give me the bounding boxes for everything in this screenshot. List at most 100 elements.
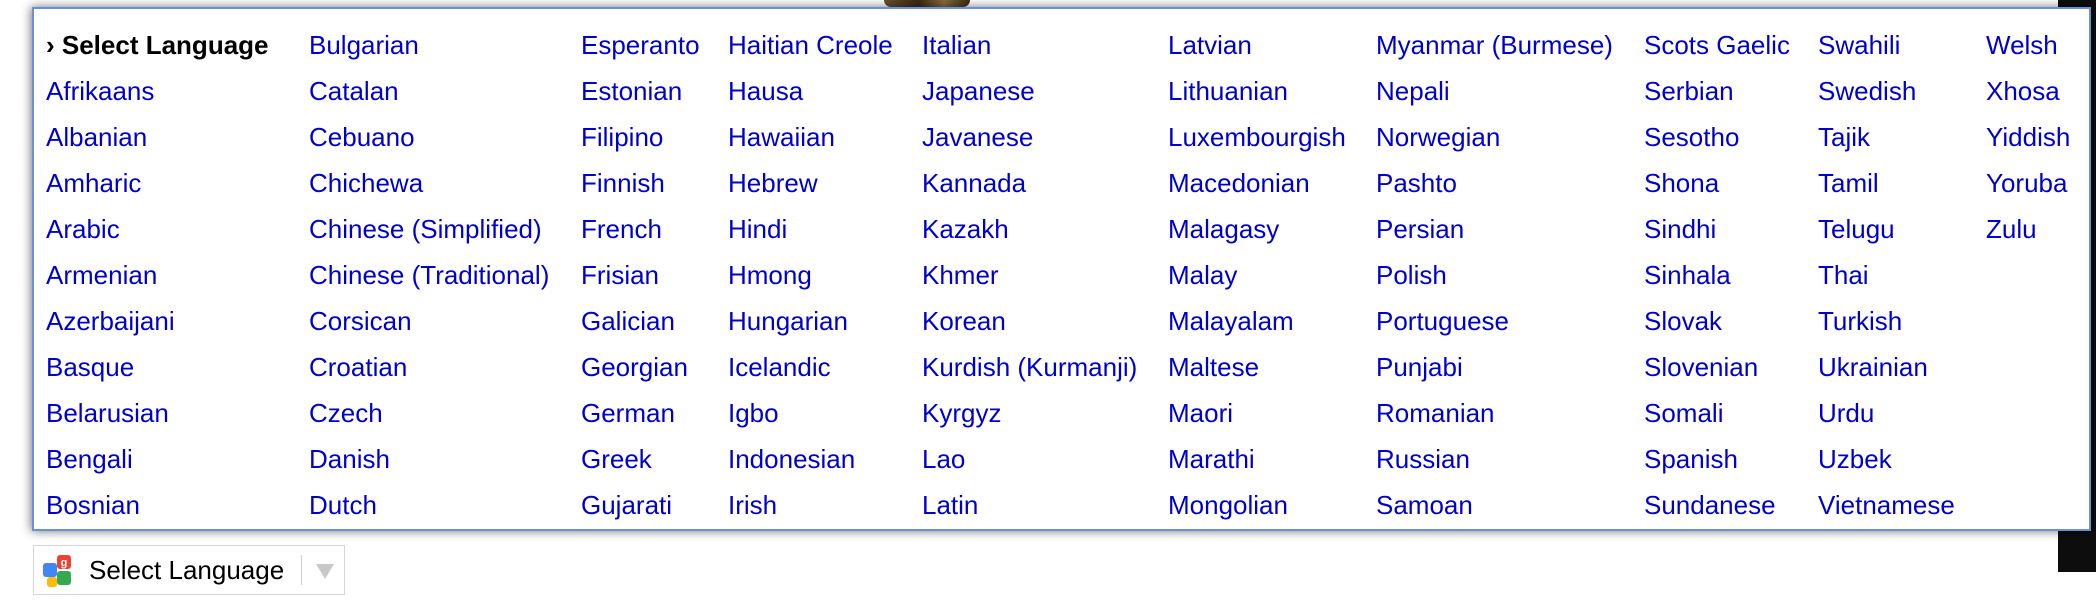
language-option[interactable]: Basque bbox=[46, 344, 269, 390]
language-option[interactable]: Croatian bbox=[309, 344, 549, 390]
language-option[interactable]: Hmong bbox=[728, 252, 893, 298]
language-option[interactable]: Uzbek bbox=[1818, 436, 1955, 482]
language-option[interactable]: Dutch bbox=[309, 482, 549, 528]
language-option[interactable]: Samoan bbox=[1376, 482, 1613, 528]
language-option[interactable]: Galician bbox=[581, 298, 700, 344]
language-option[interactable]: Yiddish bbox=[1986, 114, 2070, 160]
language-option[interactable]: Finnish bbox=[581, 160, 700, 206]
language-option[interactable]: Macedonian bbox=[1168, 160, 1346, 206]
language-option[interactable]: Vietnamese bbox=[1818, 482, 1955, 528]
language-option[interactable]: Indonesian bbox=[728, 436, 893, 482]
language-option[interactable]: Hindi bbox=[728, 206, 893, 252]
language-option[interactable]: Filipino bbox=[581, 114, 700, 160]
language-option[interactable]: Greek bbox=[581, 436, 700, 482]
language-option[interactable]: Danish bbox=[309, 436, 549, 482]
language-option[interactable]: Kazakh bbox=[922, 206, 1137, 252]
language-option[interactable]: Catalan bbox=[309, 68, 549, 114]
language-option[interactable]: Belarusian bbox=[46, 390, 269, 436]
dropdown-arrow-icon[interactable] bbox=[311, 554, 339, 586]
language-option[interactable]: Telugu bbox=[1818, 206, 1955, 252]
language-option[interactable]: Chinese (Simplified) bbox=[309, 206, 549, 252]
language-option[interactable]: Esperanto bbox=[581, 22, 700, 68]
language-option[interactable]: Khmer bbox=[922, 252, 1137, 298]
language-option[interactable]: Korean bbox=[922, 298, 1137, 344]
language-option[interactable]: Polish bbox=[1376, 252, 1613, 298]
language-option[interactable]: Sindhi bbox=[1644, 206, 1790, 252]
language-option[interactable]: Kurdish (Kurmanji) bbox=[922, 344, 1137, 390]
language-option[interactable]: Japanese bbox=[922, 68, 1137, 114]
language-option[interactable]: French bbox=[581, 206, 700, 252]
language-option[interactable]: Sesotho bbox=[1644, 114, 1790, 160]
language-option[interactable]: Gujarati bbox=[581, 482, 700, 528]
language-option[interactable]: Slovak bbox=[1644, 298, 1790, 344]
language-option[interactable]: Urdu bbox=[1818, 390, 1955, 436]
language-option[interactable]: Kyrgyz bbox=[922, 390, 1137, 436]
language-option[interactable]: Haitian Creole bbox=[728, 22, 893, 68]
language-option[interactable]: Malayalam bbox=[1168, 298, 1346, 344]
language-option[interactable]: Hebrew bbox=[728, 160, 893, 206]
language-option[interactable]: Xhosa bbox=[1986, 68, 2070, 114]
language-option[interactable]: Maori bbox=[1168, 390, 1346, 436]
language-option[interactable]: Armenian bbox=[46, 252, 269, 298]
language-option[interactable]: Latin bbox=[922, 482, 1137, 528]
language-option[interactable]: Somali bbox=[1644, 390, 1790, 436]
language-option[interactable]: Afrikaans bbox=[46, 68, 269, 114]
language-option[interactable]: Welsh bbox=[1986, 22, 2070, 68]
select-language-dropdown[interactable]: g Select Language bbox=[33, 545, 345, 595]
language-option[interactable]: Latvian bbox=[1168, 22, 1346, 68]
language-option[interactable]: Shona bbox=[1644, 160, 1790, 206]
language-option[interactable]: Yoruba bbox=[1986, 160, 2070, 206]
language-option[interactable]: Chichewa bbox=[309, 160, 549, 206]
language-option[interactable]: Scots Gaelic bbox=[1644, 22, 1790, 68]
language-option[interactable]: Hungarian bbox=[728, 298, 893, 344]
language-option[interactable]: Zulu bbox=[1986, 206, 2070, 252]
language-option[interactable]: Luxembourgish bbox=[1168, 114, 1346, 160]
language-option[interactable]: Italian bbox=[922, 22, 1137, 68]
language-option[interactable]: Sundanese bbox=[1644, 482, 1790, 528]
language-option[interactable]: Malagasy bbox=[1168, 206, 1346, 252]
language-option[interactable]: Lao bbox=[922, 436, 1137, 482]
language-option[interactable]: Frisian bbox=[581, 252, 700, 298]
language-option[interactable]: Persian bbox=[1376, 206, 1613, 252]
language-option[interactable]: Arabic bbox=[46, 206, 269, 252]
language-option[interactable]: Russian bbox=[1376, 436, 1613, 482]
language-option[interactable]: Czech bbox=[309, 390, 549, 436]
language-option[interactable]: Estonian bbox=[581, 68, 700, 114]
language-option-select-language[interactable]: › Select Language bbox=[46, 22, 269, 68]
language-option[interactable]: Igbo bbox=[728, 390, 893, 436]
language-option[interactable]: Georgian bbox=[581, 344, 700, 390]
language-option[interactable]: Punjabi bbox=[1376, 344, 1613, 390]
language-option[interactable]: Swahili bbox=[1818, 22, 1955, 68]
language-option[interactable]: Thai bbox=[1818, 252, 1955, 298]
language-option[interactable]: Icelandic bbox=[728, 344, 893, 390]
language-option[interactable]: Mongolian bbox=[1168, 482, 1346, 528]
language-option[interactable]: Spanish bbox=[1644, 436, 1790, 482]
language-option[interactable]: Irish bbox=[728, 482, 893, 528]
language-option[interactable]: Javanese bbox=[922, 114, 1137, 160]
language-option[interactable]: Marathi bbox=[1168, 436, 1346, 482]
language-option[interactable]: Bengali bbox=[46, 436, 269, 482]
language-option[interactable]: Portuguese bbox=[1376, 298, 1613, 344]
language-option[interactable]: Albanian bbox=[46, 114, 269, 160]
language-option[interactable]: Myanmar (Burmese) bbox=[1376, 22, 1613, 68]
language-option[interactable]: Chinese (Traditional) bbox=[309, 252, 549, 298]
language-option[interactable]: Tajik bbox=[1818, 114, 1955, 160]
language-option[interactable]: Ukrainian bbox=[1818, 344, 1955, 390]
language-option[interactable]: Azerbaijani bbox=[46, 298, 269, 344]
language-option[interactable]: Norwegian bbox=[1376, 114, 1613, 160]
language-option[interactable]: Bulgarian bbox=[309, 22, 549, 68]
language-option[interactable]: Turkish bbox=[1818, 298, 1955, 344]
language-option[interactable]: Bosnian bbox=[46, 482, 269, 528]
language-option[interactable]: Hausa bbox=[728, 68, 893, 114]
language-option[interactable]: Maltese bbox=[1168, 344, 1346, 390]
language-option[interactable]: Malay bbox=[1168, 252, 1346, 298]
language-option[interactable]: Cebuano bbox=[309, 114, 549, 160]
language-option[interactable]: Swedish bbox=[1818, 68, 1955, 114]
language-option[interactable]: Kannada bbox=[922, 160, 1137, 206]
language-option[interactable]: Tamil bbox=[1818, 160, 1955, 206]
language-option[interactable]: Hawaiian bbox=[728, 114, 893, 160]
language-option[interactable]: Slovenian bbox=[1644, 344, 1790, 390]
language-option[interactable]: Pashto bbox=[1376, 160, 1613, 206]
language-option[interactable]: Amharic bbox=[46, 160, 269, 206]
language-option[interactable]: Nepali bbox=[1376, 68, 1613, 114]
